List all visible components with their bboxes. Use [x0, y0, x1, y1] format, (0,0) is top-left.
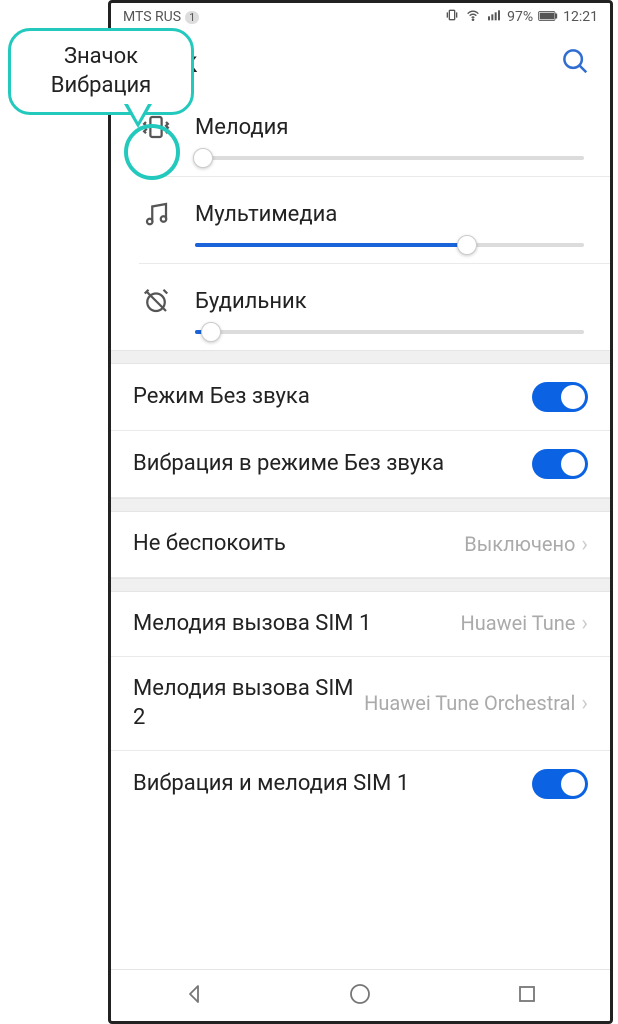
annotation-callout: Значок Вибрация [8, 28, 194, 115]
battery-percent: 97% [507, 9, 533, 25]
status-icons: 97% 12:21 [444, 7, 598, 27]
vibrate-ringtone-sim1-label: Вибрация и мелодия SIM 1 [133, 770, 532, 799]
search-button[interactable] [560, 46, 590, 80]
vibrate-silent-row[interactable]: Вибрация в режиме Без звука [111, 431, 610, 498]
music-icon [139, 197, 173, 231]
carrier-badge: 1 [185, 11, 199, 24]
vibrate-silent-label: Вибрация в режиме Без звука [133, 450, 532, 479]
silent-mode-label: Режим Без звука [133, 383, 532, 412]
dnd-row[interactable]: Не беспокоить Выключено › [111, 512, 610, 578]
carrier-text: MTS RUS [123, 9, 181, 25]
chevron-right-icon: › [581, 691, 588, 716]
ringtone-sim2-row[interactable]: Мелодия вызова SIM 2 Huawei Tune Orchest… [111, 657, 610, 751]
nav-home-button[interactable] [348, 982, 372, 1010]
silent-mode-row[interactable]: Режим Без звука [111, 364, 610, 431]
ringtone-sim2-value: Huawei Tune Orchestral [364, 692, 575, 715]
signal-icon [486, 7, 502, 27]
vibrate-ringtone-sim1-toggle[interactable] [532, 769, 588, 799]
ringtone-sim1-label: Мелодия вызова SIM 1 [133, 610, 460, 639]
media-label: Мультимедиа [195, 202, 337, 227]
media-volume-row: Мультимедиа [111, 177, 610, 263]
ringtone-sim1-value: Huawei Tune [460, 612, 575, 635]
section-divider [111, 350, 610, 364]
nav-recent-button[interactable] [515, 982, 539, 1010]
chevron-right-icon: › [581, 611, 588, 636]
vibrate-silent-toggle[interactable] [532, 449, 588, 479]
clock: 12:21 [563, 9, 598, 25]
callout-line1: Значок [19, 43, 183, 72]
vibrate-ringtone-sim1-row[interactable]: Вибрация и мелодия SIM 1 [111, 751, 610, 817]
silent-mode-toggle[interactable] [532, 382, 588, 412]
dnd-value: Выключено [464, 533, 575, 556]
wifi-icon [465, 7, 481, 27]
chevron-right-icon: › [581, 532, 588, 557]
section-divider [111, 498, 610, 512]
battery-icon [538, 9, 558, 25]
ringtone-sim1-row[interactable]: Мелодия вызова SIM 1 Huawei Tune › [111, 592, 610, 658]
alarm-slider[interactable] [195, 330, 584, 334]
annotation-highlight-circle [124, 124, 180, 180]
ringtone-sim2-label: Мелодия вызова SIM 2 [133, 675, 364, 732]
content: Мелодия Мультимедиа [111, 90, 610, 969]
media-slider[interactable] [195, 243, 584, 247]
vibrate-status-icon [444, 7, 460, 27]
ringtone-label: Мелодия [195, 115, 288, 140]
alarm-label: Будильник [195, 289, 307, 314]
phone-frame: MTS RUS 1 97% 12:21 Звук [108, 0, 613, 1024]
nav-bar [111, 969, 610, 1021]
callout-line2: Вибрация [19, 72, 183, 101]
nav-back-button[interactable] [182, 982, 206, 1010]
carrier-label: MTS RUS 1 [123, 9, 199, 25]
alarm-volume-row: Будильник [111, 264, 610, 350]
dnd-label: Не беспокоить [133, 530, 464, 559]
ringtone-slider[interactable] [195, 156, 584, 160]
section-divider [111, 578, 610, 592]
status-bar: MTS RUS 1 97% 12:21 [111, 3, 610, 31]
alarm-off-icon [139, 284, 173, 318]
